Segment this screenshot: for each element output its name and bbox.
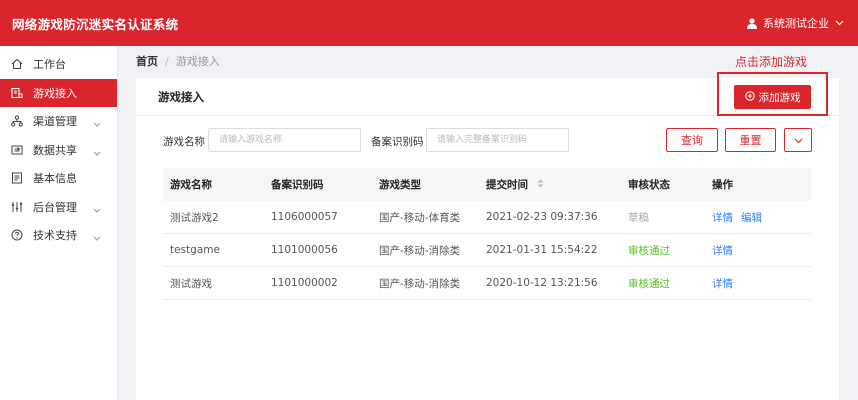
- status-badge: 草稿: [628, 211, 649, 224]
- sidebar-item-game-access[interactable]: 游戏接入: [0, 78, 117, 107]
- cell-record-code: 1101000056: [271, 244, 338, 256]
- sidebar-item-label: 后台管理: [33, 200, 77, 214]
- game-name-input[interactable]: [208, 128, 361, 152]
- expand-filter-button[interactable]: [784, 128, 812, 152]
- cell-submit-time: 2021-01-31 15:54:22: [486, 244, 598, 256]
- cell-record-code: 1101000002: [271, 277, 338, 289]
- sidebar-item-label: 数据共享: [33, 143, 77, 157]
- chevron-down-icon: [835, 20, 844, 26]
- status-badge: 审核通过: [628, 277, 670, 290]
- chevron-down-icon: [794, 134, 803, 147]
- cell-submit-time: 2021-02-23 09:37:36: [486, 211, 598, 223]
- sidebar-item-label: 基本信息: [33, 172, 77, 186]
- data-share-icon: [10, 143, 24, 157]
- table-row: testgame 1101000056 国产-移动-消除类 2021-01-31…: [163, 234, 811, 267]
- detail-link[interactable]: 详情: [712, 278, 733, 290]
- sidebar: 工作台 游戏接入 渠道管理 数据共享 基本信息 后台管理 技术支持: [0, 46, 118, 400]
- annotation-highlight-box: [717, 72, 828, 116]
- home-icon: [10, 57, 24, 71]
- sidebar-item-label: 技术支持: [33, 229, 77, 243]
- sidebar-item-basic-info[interactable]: 基本信息: [0, 164, 117, 193]
- header-review-status: 审核状态: [628, 179, 670, 191]
- sidebar-item-label: 游戏接入: [33, 86, 77, 100]
- record-code-input[interactable]: [426, 128, 569, 152]
- user-name: 系统测试企业: [763, 17, 829, 30]
- sidebar-item-data-share[interactable]: 数据共享: [0, 136, 117, 165]
- chevron-down-icon: [93, 146, 101, 159]
- sidebar-item-label: 渠道管理: [33, 115, 77, 129]
- cell-game-type: 国产-移动-体育类: [379, 211, 461, 224]
- cell-game-name: 测试游戏2: [170, 211, 219, 224]
- main-content: 首页 / 游戏接入 游戏接入 添加游戏 游戏名称 备案识别码 查询 重置: [118, 46, 858, 400]
- sidebar-item-workbench[interactable]: 工作台: [0, 50, 117, 79]
- cell-game-name: 测试游戏: [170, 277, 212, 290]
- table-row: 测试游戏2 1106000057 国产-移动-体育类 2021-02-23 09…: [163, 201, 811, 234]
- header-submit-time[interactable]: 提交时间: [486, 177, 628, 192]
- cell-actions: 详情 编辑: [712, 210, 802, 225]
- support-icon: [10, 228, 24, 242]
- sidebar-item-admin[interactable]: 后台管理: [0, 193, 117, 222]
- cell-game-name: testgame: [170, 244, 220, 256]
- chevron-down-icon: [93, 203, 101, 216]
- record-code-label: 备案识别码: [371, 136, 424, 148]
- sidebar-item-label: 工作台: [33, 58, 66, 72]
- header-game-name: 游戏名称: [170, 179, 212, 191]
- app-title: 网络游戏防沉迷实名认证系统: [12, 16, 179, 32]
- reset-button[interactable]: 重置: [725, 128, 776, 152]
- channel-icon: [10, 114, 24, 128]
- filter-bar: 游戏名称 备案识别码 查询 重置: [163, 128, 823, 154]
- cell-game-type: 国产-移动-消除类: [379, 244, 461, 257]
- detail-link[interactable]: 详情: [712, 212, 733, 224]
- header-record-code: 备案识别码: [271, 179, 324, 191]
- game-access-card: 游戏接入 添加游戏 游戏名称 备案识别码 查询 重置 游戏名称 备案识别码: [136, 78, 839, 400]
- header-game-type: 游戏类型: [379, 179, 421, 191]
- cell-actions: 详情: [712, 276, 802, 291]
- cell-game-type: 国产-移动-消除类: [379, 277, 461, 290]
- breadcrumb-current: 游戏接入: [175, 55, 220, 68]
- detail-link[interactable]: 详情: [712, 245, 733, 257]
- game-table: 游戏名称 备案识别码 游戏类型 提交时间 审核状态 操作 测试游戏2 11060…: [163, 168, 811, 300]
- status-badge: 审核通过: [628, 244, 670, 257]
- game-name-label: 游戏名称: [163, 136, 205, 148]
- sidebar-item-support[interactable]: 技术支持: [0, 221, 117, 250]
- header-submit-time-label: 提交时间: [486, 179, 528, 191]
- header-actions: 操作: [712, 179, 733, 191]
- game-access-icon: [10, 86, 24, 100]
- query-button[interactable]: 查询: [666, 128, 718, 152]
- user-menu[interactable]: 系统测试企业: [747, 15, 844, 31]
- table-row: 测试游戏 1101000002 国产-移动-消除类 2020-10-12 13:…: [163, 267, 811, 300]
- table-header: 游戏名称 备案识别码 游戏类型 提交时间 审核状态 操作: [163, 168, 811, 201]
- admin-icon: [10, 200, 24, 214]
- breadcrumb-separator: /: [165, 54, 169, 68]
- breadcrumb-home[interactable]: 首页: [136, 53, 158, 69]
- chevron-down-icon: [93, 231, 101, 244]
- chevron-down-icon: [93, 117, 101, 130]
- sort-icon[interactable]: [537, 179, 544, 191]
- scrollbar[interactable]: [845, 46, 858, 400]
- annotation-label: 点击添加游戏: [735, 55, 808, 69]
- edit-link[interactable]: 编辑: [741, 212, 762, 224]
- sidebar-item-channel[interactable]: 渠道管理: [0, 107, 117, 136]
- cell-record-code: 1106000057: [271, 211, 338, 223]
- top-bar: 网络游戏防沉迷实名认证系统 系统测试企业: [0, 0, 858, 46]
- cell-actions: 详情: [712, 243, 802, 258]
- cell-submit-time: 2020-10-12 13:21:56: [486, 277, 598, 289]
- user-icon: [747, 17, 757, 29]
- info-icon: [10, 171, 24, 185]
